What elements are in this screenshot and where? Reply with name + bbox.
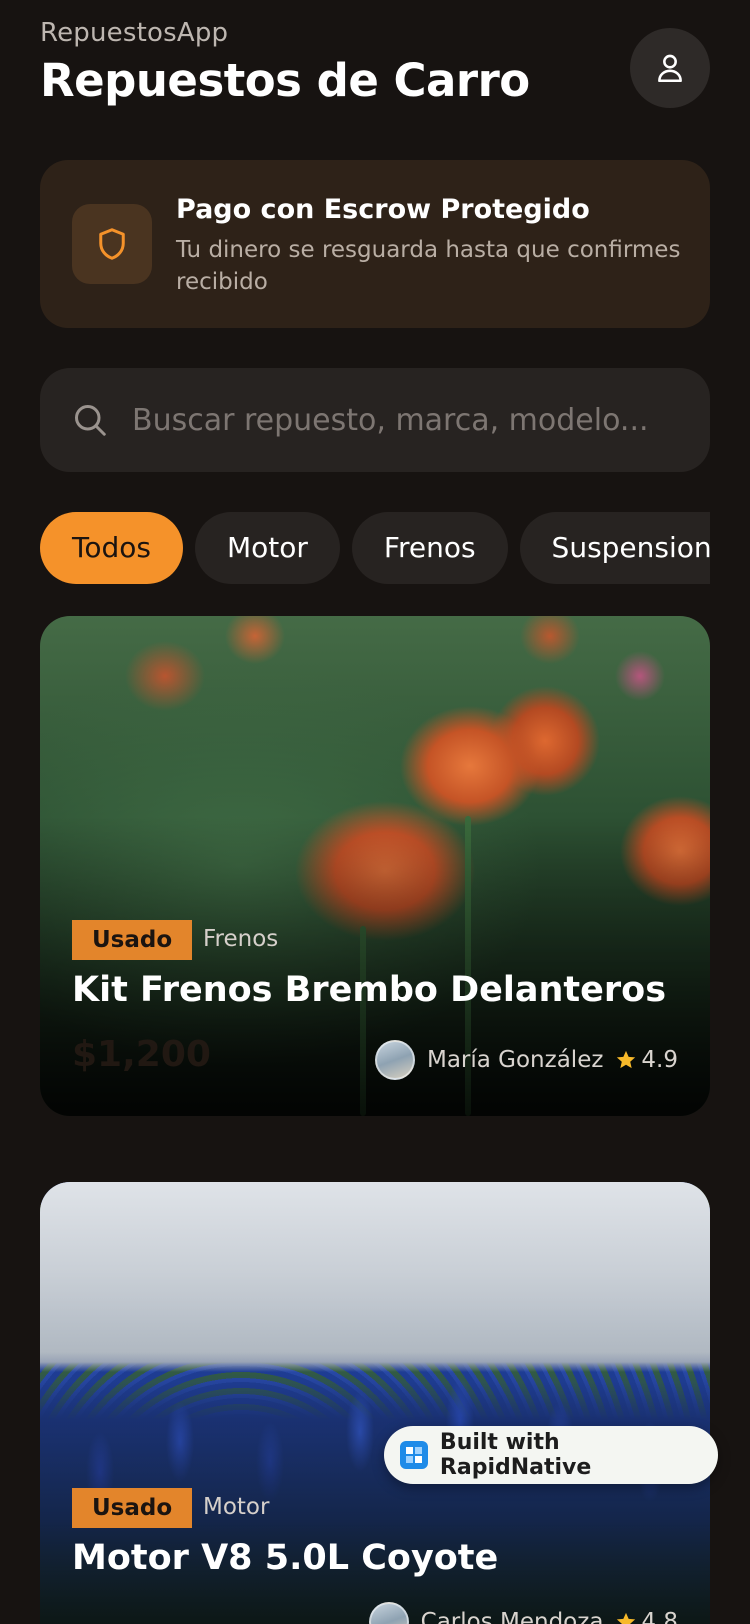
listing-title: Motor V8 5.0L Coyote	[72, 1538, 499, 1578]
seller-rating: 4.8	[641, 1609, 678, 1624]
shield-icon	[99, 228, 125, 260]
seller-info: María González 4.9	[374, 1040, 678, 1080]
avatar	[368, 1602, 409, 1624]
listing-card[interactable]: Usado Motor Motor V8 5.0L Coyote Carlos …	[40, 1182, 710, 1624]
filter-chip-todos[interactable]: Todos	[40, 512, 183, 584]
filter-chip-motor[interactable]: Motor	[194, 512, 340, 584]
seller-name: Carlos Mendoza	[420, 1609, 604, 1624]
filter-chip-suspension[interactable]: Suspension	[519, 512, 710, 584]
search-input[interactable]	[132, 368, 692, 472]
avatar	[374, 1040, 415, 1080]
search-bar[interactable]	[40, 368, 710, 472]
rapidnative-logo-icon	[400, 1441, 428, 1469]
star-icon	[617, 1612, 636, 1624]
app-name: RepuestosApp	[40, 18, 229, 48]
escrow-icon-badge	[72, 204, 152, 284]
listing-category: Frenos	[203, 926, 279, 952]
escrow-banner[interactable]: Pago con Escrow Protegido Tu dinero se r…	[40, 160, 710, 328]
listing-title: Kit Frenos Brembo Delanteros	[72, 970, 667, 1010]
listing-card[interactable]: Usado Frenos Kit Frenos Brembo Delantero…	[40, 616, 710, 1116]
filter-chip-frenos[interactable]: Frenos	[351, 512, 508, 584]
listing-category: Motor	[203, 1494, 270, 1520]
built-with-badge[interactable]: Built with RapidNative	[384, 1426, 718, 1484]
star-icon	[617, 1050, 636, 1069]
seller-info: Carlos Mendoza 4.8	[368, 1602, 678, 1624]
rapidnative-mark-icon	[405, 1447, 422, 1463]
header: RepuestosApp Repuestos de Carro	[40, 18, 710, 118]
built-with-label: Built with RapidNative	[439, 1430, 592, 1480]
seller-rating: 4.9	[641, 1047, 678, 1073]
condition-badge: Usado	[72, 920, 193, 960]
condition-badge: Usado	[72, 1488, 193, 1528]
listing-price: $1,200	[72, 1034, 211, 1075]
search-icon	[75, 405, 106, 436]
page-title: Repuestos de Carro	[40, 54, 530, 107]
escrow-description: Tu dinero se resguarda hasta que confirm…	[176, 237, 681, 295]
escrow-title: Pago con Escrow Protegido	[176, 194, 590, 225]
seller-name: María González	[426, 1047, 604, 1073]
profile-button[interactable]	[630, 28, 710, 108]
category-filters: Todos Motor Frenos Suspension	[40, 512, 710, 584]
user-icon	[658, 54, 682, 83]
